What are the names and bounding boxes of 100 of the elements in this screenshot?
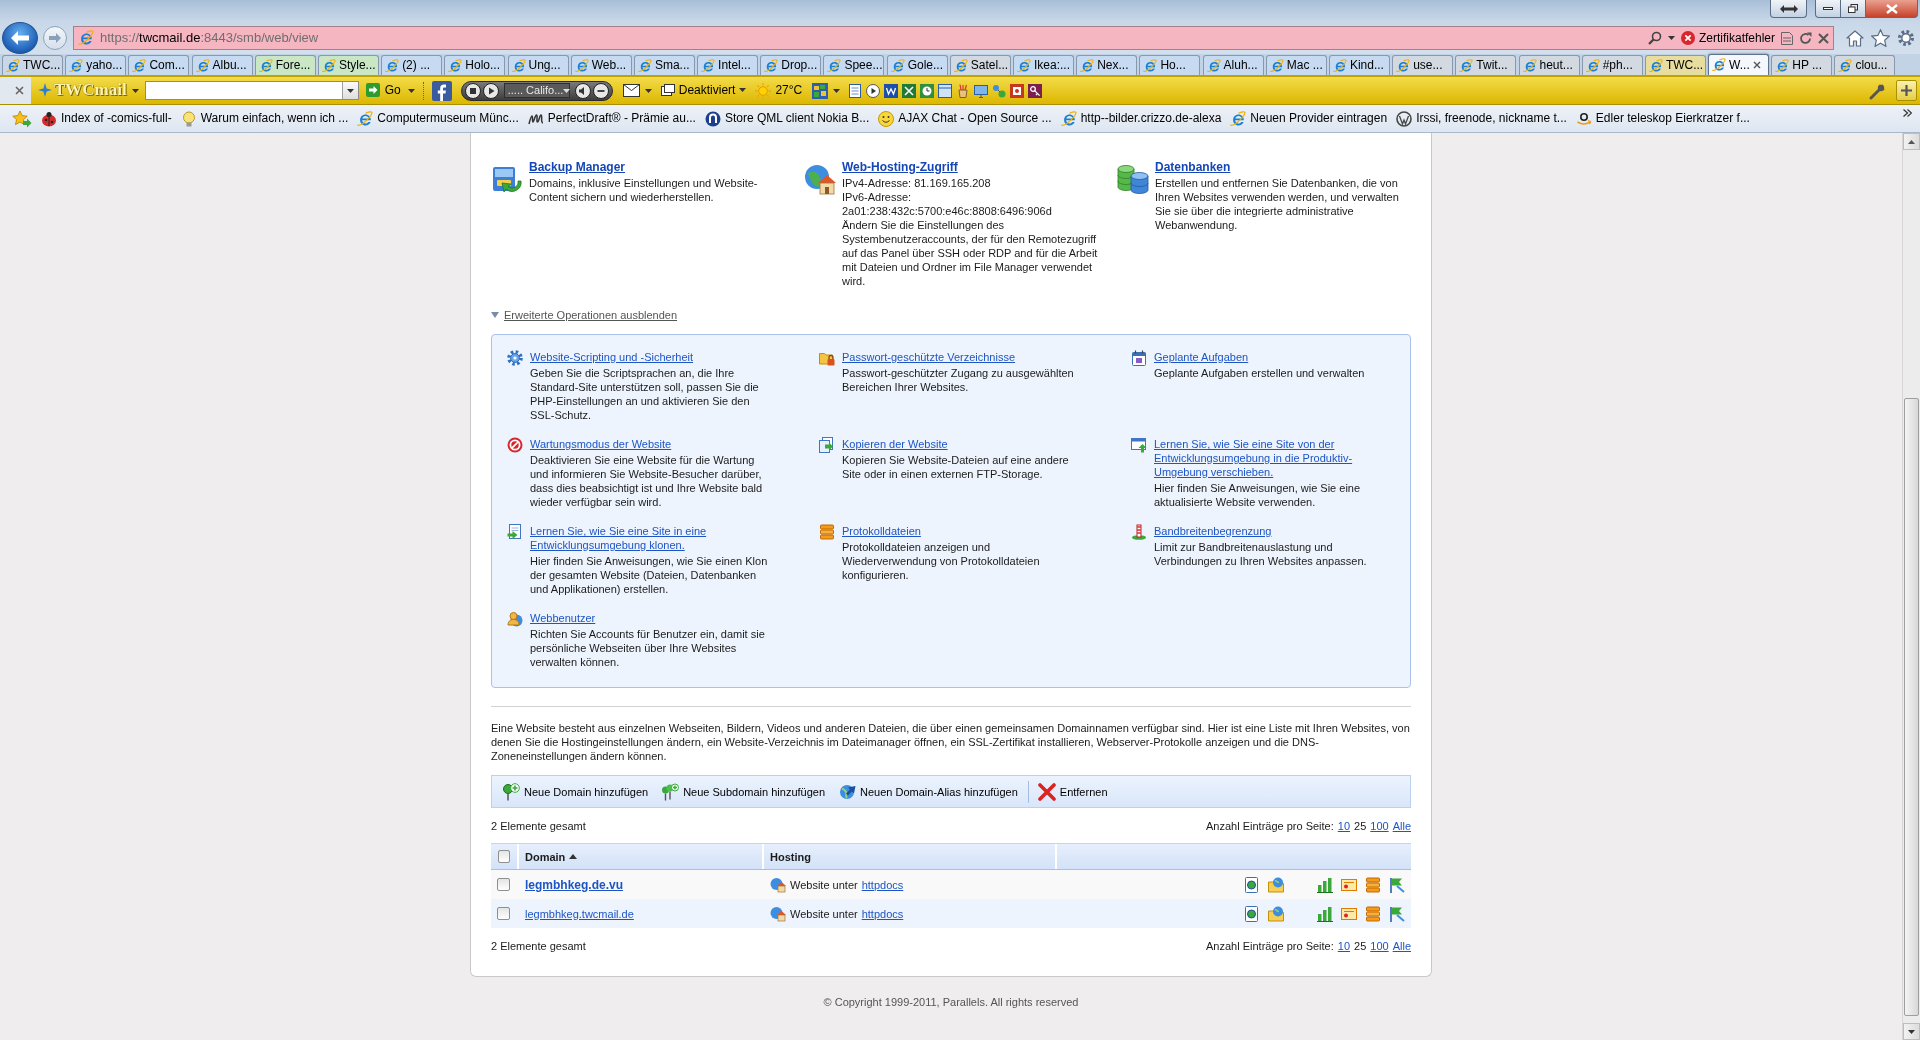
- browser-tab[interactable]: Ung...: [507, 55, 569, 75]
- folder-lock-icon[interactable]: [819, 350, 835, 366]
- user-globe-icon[interactable]: [507, 611, 523, 627]
- play-circle-icon[interactable]: [866, 83, 881, 98]
- go-button[interactable]: Go: [363, 83, 403, 98]
- row-checkbox[interactable]: [497, 907, 510, 920]
- browser-tab[interactable]: Ho...: [1139, 55, 1201, 75]
- stop-icon[interactable]: [464, 82, 481, 99]
- log-stack-icon[interactable]: [1365, 905, 1381, 922]
- close-button[interactable]: [1866, 0, 1918, 18]
- browser-tab[interactable]: TWC...: [2, 55, 63, 75]
- tool-link[interactable]: Web-Hosting-Zugriff: [842, 160, 958, 174]
- browser-tab[interactable]: #ph...: [1581, 55, 1643, 75]
- favorite-link[interactable]: AJAX Chat - Open Source ...: [878, 110, 1052, 127]
- globe-house-icon[interactable]: [804, 163, 836, 195]
- gear-icon[interactable]: [507, 350, 523, 366]
- speaker-icon[interactable]: [574, 82, 591, 99]
- browser-tab[interactable]: Aluh...: [1202, 55, 1264, 75]
- key-tile-icon[interactable]: [1028, 83, 1043, 98]
- close-icon[interactable]: [15, 86, 24, 95]
- favorite-link[interactable]: Store QML client Nokia B...: [704, 110, 870, 127]
- browser-tab[interactable]: Web...: [570, 55, 632, 75]
- row-checkbox[interactable]: [497, 878, 510, 891]
- spreadsheet-tile-icon[interactable]: [902, 83, 917, 98]
- social-logo-icon[interactable]: [431, 80, 452, 101]
- browser-tab[interactable]: Satel...: [949, 55, 1011, 75]
- browser-tab[interactable]: Spee...: [823, 55, 885, 75]
- monitor-icon[interactable]: [974, 83, 989, 98]
- favorite-link[interactable]: Computermuseum Münc...: [357, 110, 519, 127]
- page-size-link[interactable]: 100: [1370, 939, 1389, 953]
- pencil-cup-icon[interactable]: [956, 83, 971, 98]
- scroll-up-button[interactable]: [1903, 133, 1920, 150]
- striped-pole-icon[interactable]: [1131, 524, 1147, 540]
- page-size-link[interactable]: Alle: [1392, 939, 1411, 953]
- window-tile-icon[interactable]: [938, 83, 953, 98]
- favorite-link[interactable]: Edler teleskop Eierkratzer f...: [1575, 110, 1750, 127]
- tool-link[interactable]: Protokolldateien: [842, 524, 1085, 538]
- browser-tab[interactable]: Sma...: [633, 55, 695, 75]
- caret-icon[interactable]: [644, 88, 652, 93]
- browser-tab[interactable]: HP ...: [1771, 55, 1833, 75]
- dropdown-button[interactable]: [341, 82, 358, 99]
- tool-link[interactable]: Wartungsmodus der Website: [530, 437, 773, 451]
- tool-link[interactable]: Kopieren der Website: [842, 437, 1085, 451]
- back-button[interactable]: [2, 22, 38, 54]
- certificate-icon[interactable]: [1341, 876, 1357, 893]
- tool-link[interactable]: Webbenutzer: [530, 611, 773, 625]
- browser-tab[interactable]: heut...: [1518, 55, 1580, 75]
- mail-icon[interactable]: [622, 84, 640, 97]
- browser-tab[interactable]: use...: [1392, 55, 1454, 75]
- bar-chart-icon[interactable]: [1317, 876, 1333, 893]
- close-icon[interactable]: [1752, 61, 1761, 69]
- tool-link[interactable]: Datenbanken: [1155, 160, 1231, 174]
- clock-icon[interactable]: [920, 83, 935, 98]
- minus-icon[interactable]: [592, 82, 609, 99]
- toolbar-button[interactable]: Neuen Domain-Alias hinzufügen: [838, 782, 1018, 801]
- search-field[interactable]: [144, 81, 359, 100]
- browser-tab[interactable]: Holo...: [444, 55, 506, 75]
- refresh-icon[interactable]: [1799, 31, 1812, 45]
- tool-link[interactable]: Backup Manager: [529, 160, 626, 174]
- browser-tab[interactable]: yaho...: [65, 55, 127, 75]
- column-header[interactable]: Domain: [525, 849, 566, 864]
- browser-tab[interactable]: Fore...: [254, 55, 316, 75]
- browser-tab[interactable]: Mac ...: [1265, 55, 1327, 75]
- bar-chart-icon[interactable]: [1317, 905, 1333, 922]
- calendar-icon[interactable]: [1131, 350, 1147, 366]
- no-entry-icon[interactable]: [507, 437, 523, 453]
- favorite-link[interactable]: Neuen Provider eintragen: [1230, 110, 1388, 127]
- copy-icon[interactable]: [819, 437, 835, 453]
- tool-link[interactable]: Passwort-geschützte Verzeichnisse: [842, 350, 1085, 364]
- log-stack-icon[interactable]: [1365, 876, 1381, 893]
- browser-tab[interactable]: Drop...: [760, 55, 822, 75]
- sort-arrow-icon[interactable]: [569, 854, 578, 859]
- media-dropdown[interactable]: ..... Califo...: [503, 83, 570, 98]
- browser-tab[interactable]: Intel...: [697, 55, 759, 75]
- browser-tab[interactable]: Gole...: [886, 55, 948, 75]
- certificate-error-button[interactable]: Zertifikatfehler: [1680, 30, 1775, 46]
- page-size-link[interactable]: Alle: [1392, 819, 1411, 833]
- browser-tab[interactable]: Kind...: [1328, 55, 1390, 75]
- flag-icon[interactable]: [1389, 905, 1405, 922]
- weather-button[interactable]: 27°C: [755, 82, 803, 99]
- favorite-link[interactable]: PerfectDraft® - Prämie au...: [527, 110, 696, 127]
- browser-tab[interactable]: Com...: [128, 55, 190, 75]
- torn-page-icon[interactable]: [1781, 31, 1793, 45]
- star-icon[interactable]: [1871, 29, 1890, 47]
- log-stack-icon[interactable]: [819, 524, 835, 540]
- toolbar-button[interactable]: Neue Subdomain hinzufügen: [661, 782, 826, 801]
- settings-icon[interactable]: [1897, 29, 1915, 47]
- toolbar-button[interactable]: Neue Domain hinzufügen: [502, 782, 649, 801]
- browser-tab[interactable]: clou...: [1834, 55, 1896, 75]
- address-field[interactable]: https://twcmail.de:8443/smb/web/view Zertifikatfehler: [73, 26, 1834, 50]
- folder-globe-icon[interactable]: [1268, 876, 1284, 893]
- browser-tab[interactable]: TWC...: [1644, 55, 1706, 75]
- browser-tab[interactable]: Ikea:...: [1013, 55, 1074, 75]
- page-size-link[interactable]: 10: [1337, 819, 1351, 833]
- add-button[interactable]: [1896, 80, 1917, 101]
- certificate-icon[interactable]: [1341, 905, 1357, 922]
- restore-button[interactable]: [1841, 0, 1866, 18]
- tool-link[interactable]: Geplante Aufgaben: [1154, 350, 1397, 364]
- page-size-link[interactable]: 100: [1370, 819, 1389, 833]
- page-size-link[interactable]: 10: [1337, 939, 1351, 953]
